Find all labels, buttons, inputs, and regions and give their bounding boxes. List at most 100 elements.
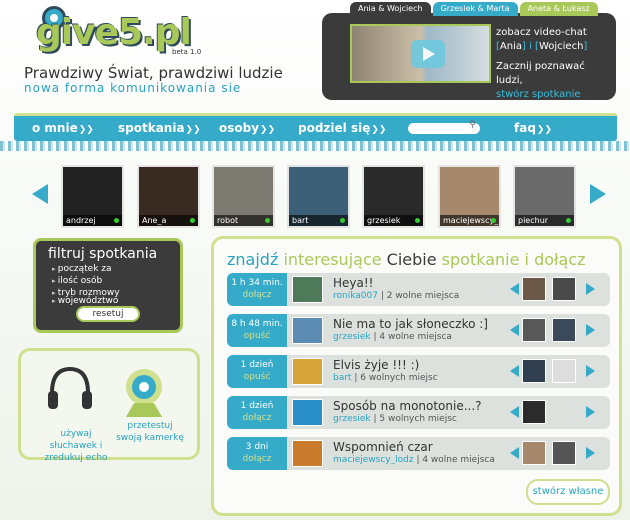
join-button[interactable]: dołącz: [227, 453, 287, 465]
create-meeting-link[interactable]: stwórz spotkanie: [496, 88, 614, 102]
online-icon: [114, 218, 119, 223]
meeting-title[interactable]: Nie ma to jak słoneczko :]: [333, 317, 488, 331]
video-tab-1[interactable]: Ania & Wojciech: [350, 2, 431, 16]
user-thumb[interactable]: grzesiek: [362, 165, 425, 228]
meeting-info: grzesiek | 4 wolne miejsca: [333, 332, 452, 342]
online-icon: [265, 218, 270, 223]
nav-faq[interactable]: faq❯❯: [514, 121, 552, 135]
avatar[interactable]: [522, 318, 546, 342]
meeting-time: 8 h 48 min. opuść: [227, 314, 287, 347]
camera-test-link[interactable]: przetestuj swoją kamerkę: [114, 420, 186, 444]
meeting-row: 3 dni dołącz Wspomnień czar maciejewscy_l…: [227, 437, 610, 470]
search-icon[interactable]: ⚲: [469, 120, 476, 130]
arrow-left-icon[interactable]: [510, 406, 519, 418]
video-cta-block: Zacznij poznawać ludzi, stwórz spotkanie: [496, 60, 614, 102]
avatar[interactable]: [522, 277, 546, 301]
nav-podziel-sie[interactable]: podziel się❯❯: [298, 121, 386, 135]
filter-option[interactable]: ilość osób: [52, 276, 102, 286]
meeting-row: 8 h 48 min. opuść Nie ma to jak słoneczko…: [227, 314, 610, 347]
arrow-left-icon[interactable]: [510, 447, 519, 459]
chevron-right-icon: ❯❯: [536, 125, 553, 135]
nav-spotkania[interactable]: spotkania❯❯: [118, 121, 201, 135]
leave-button[interactable]: opuść: [227, 330, 287, 342]
arrow-right-icon[interactable]: [586, 283, 595, 295]
online-icon: [190, 218, 195, 223]
video-line1: zobacz video-chat: [496, 27, 587, 38]
meeting-row: 1 dzień dołącz Sposób na monotonie...? gr…: [227, 396, 610, 429]
meeting-thumb[interactable]: [292, 276, 323, 303]
video-names: [Ania] i [Wojciech]: [496, 41, 588, 52]
meeting-row: 1 dzień opuść Elvis żyje !!! :) bart | 6 …: [227, 355, 610, 388]
leave-button[interactable]: opuść: [227, 371, 287, 383]
meeting-title[interactable]: Heya!!: [333, 276, 373, 290]
meeting-time: 1 h 34 min. dołącz: [227, 273, 287, 306]
chevron-right-icon: ❯❯: [185, 125, 201, 135]
tagline: Prawdziwy Świat, prawdziwi ludzie: [24, 64, 283, 82]
webcam-icon[interactable]: [120, 367, 168, 419]
meeting-thumb[interactable]: [292, 317, 323, 344]
avatar[interactable]: [552, 359, 576, 383]
meeting-title[interactable]: Wspomnień czar: [333, 440, 433, 454]
avatar[interactable]: [522, 441, 546, 465]
meeting-thumb[interactable]: [292, 358, 323, 385]
chevron-right-icon: ❯❯: [371, 125, 387, 135]
nav-o-mnie[interactable]: o mnie❯❯: [32, 121, 94, 135]
meeting-time: 3 dni dołącz: [227, 437, 287, 470]
user-thumb[interactable]: maciejewscy_lo: [438, 165, 501, 228]
headphones-icon[interactable]: [44, 363, 96, 415]
online-icon: [340, 218, 345, 223]
meeting-time: 1 dzień dołącz: [227, 396, 287, 429]
user-thumb[interactable]: piechur: [513, 165, 576, 228]
meeting-title[interactable]: Sposób na monotonie...?: [333, 399, 482, 413]
meeting-row: 1 h 34 min. dołącz Heya!! ronika007 | 2 w…: [227, 273, 610, 306]
join-button[interactable]: dołącz: [227, 289, 287, 301]
filter-option[interactable]: początek za: [52, 264, 112, 274]
avatar[interactable]: [552, 277, 576, 301]
video-line2: Zacznij poznawać ludzi,: [496, 61, 585, 86]
create-meeting-button[interactable]: stwórz własne: [526, 479, 610, 505]
meeting-time: 1 dzień opuść: [227, 355, 287, 388]
nav-osoby[interactable]: osoby❯❯: [219, 121, 275, 135]
arrow-right-icon[interactable]: [586, 365, 595, 377]
arrow-left-icon[interactable]: [32, 184, 48, 204]
chevron-right-icon: ❯❯: [260, 125, 276, 135]
logo-text: give5.pl: [36, 12, 192, 53]
online-icon: [566, 218, 571, 223]
arrow-left-icon[interactable]: [510, 324, 519, 336]
video-name-1[interactable]: Ania: [500, 41, 522, 52]
avatar[interactable]: [552, 318, 576, 342]
user-thumb[interactable]: robot: [212, 165, 275, 228]
user-thumb[interactable]: Ane_a: [137, 165, 200, 228]
reset-button[interactable]: resetuj: [76, 306, 140, 322]
avatar[interactable]: [522, 359, 546, 383]
avatar[interactable]: [552, 441, 576, 465]
arrow-right-icon[interactable]: [586, 406, 595, 418]
chevron-right-icon: ❯❯: [78, 125, 94, 135]
meeting-thumb[interactable]: [292, 440, 323, 467]
nav-decoration: [0, 141, 630, 151]
arrow-right-icon[interactable]: [586, 447, 595, 459]
meetings-title: znajdź interesujące Ciebie spotkanie i d…: [227, 250, 586, 269]
user-thumb[interactable]: bart: [287, 165, 350, 228]
headphones-hint[interactable]: używaj słuchawek i zredukuj echo: [36, 428, 116, 464]
user-thumb[interactable]: andrzej: [61, 165, 124, 228]
video-tab-2[interactable]: Grzesiek & Marta: [432, 2, 518, 16]
search-input[interactable]: ⚲: [408, 120, 480, 134]
meeting-title[interactable]: Elvis żyje !!! :): [333, 358, 419, 372]
video-tab-3[interactable]: Aneta & Łukasz: [519, 2, 598, 16]
arrow-left-icon[interactable]: [510, 365, 519, 377]
meeting-info: maciejewscy_lodz | 4 wolne miejsca: [333, 455, 495, 465]
arrow-right-icon[interactable]: [590, 184, 606, 204]
arrow-right-icon[interactable]: [586, 324, 595, 336]
avatar[interactable]: [522, 400, 546, 424]
join-button[interactable]: dołącz: [227, 412, 287, 424]
main-nav: o mnie❯❯ spotkania❯❯ osoby❯❯ podziel się…: [14, 113, 617, 141]
subtagline: nowa forma komunikowania sie: [24, 81, 242, 95]
video-name-2[interactable]: Wojciech: [539, 41, 583, 52]
meeting-thumb[interactable]: [292, 399, 323, 426]
online-icon: [491, 218, 496, 223]
play-icon[interactable]: [411, 40, 445, 68]
filter-option[interactable]: województwo: [52, 296, 119, 306]
arrow-left-icon[interactable]: [510, 283, 519, 295]
beta-label: beta 1.0: [172, 48, 202, 56]
